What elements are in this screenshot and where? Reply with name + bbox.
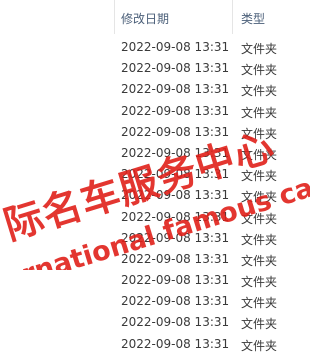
- modified-date-cell: 2022-09-08 13:31: [121, 103, 230, 118]
- list-item[interactable]: 2022-09-08 13:31 文件夹: [0, 122, 280, 143]
- list-item[interactable]: 2022-09-08 13:31 文件夹: [0, 270, 280, 291]
- list-item[interactable]: 2022-09-08 13:31 文件夹: [0, 164, 280, 185]
- type-cell: 文件夹: [241, 211, 278, 226]
- modified-date-cell: 2022-09-08 13:31: [121, 315, 230, 330]
- file-rows: 2022-09-08 13:31 文件夹 2022-09-08 13:31 文件夹 20…: [0, 37, 280, 355]
- type-cell: 文件夹: [241, 169, 278, 184]
- modified-date-cell: 2022-09-08 13:31: [121, 336, 230, 351]
- list-item[interactable]: 2022-09-08 13:31 文件夹: [0, 228, 280, 249]
- list-item[interactable]: 2022-09-08 13:31 文件夹: [0, 291, 280, 312]
- list-item[interactable]: 2022-09-08 13:31 文件夹: [0, 79, 280, 100]
- type-cell: 文件夹: [241, 42, 278, 56]
- modified-date-cell: 2022-09-08 13:31: [121, 167, 230, 182]
- type-cell: 文件夹: [241, 232, 278, 247]
- list-item[interactable]: 2022-09-08 13:31 文件夹: [0, 185, 280, 206]
- modified-date-cell: 2022-09-08 13:31: [121, 188, 230, 203]
- list-item[interactable]: 2022-09-08 13:31 文件夹: [0, 249, 280, 270]
- type-cell: 文件夹: [241, 190, 278, 205]
- list-item[interactable]: 2022-09-08 13:31 文件夹: [0, 312, 280, 333]
- column-divider[interactable]: [114, 0, 115, 34]
- modified-date-cell: 2022-09-08 13:31: [121, 145, 230, 160]
- list-item[interactable]: 2022-09-08 13:31 文件夹: [0, 58, 280, 79]
- list-item[interactable]: 2022-09-08 13:31 文件夹: [0, 143, 280, 164]
- modified-date-cell: 2022-09-08 13:31: [121, 273, 230, 288]
- type-cell: 文件夹: [241, 275, 278, 290]
- type-cell: 文件夹: [241, 338, 278, 353]
- modified-date-cell: 2022-09-08 13:31: [121, 251, 230, 266]
- type-cell: 文件夹: [241, 105, 278, 120]
- type-cell: 文件夹: [241, 84, 278, 99]
- type-cell: 文件夹: [241, 317, 278, 332]
- type-cell: 文件夹: [241, 63, 278, 78]
- type-cell: 文件夹: [241, 147, 278, 162]
- list-item[interactable]: 2022-09-08 13:31 文件夹: [0, 101, 280, 122]
- modified-date-cell: 2022-09-08 13:31: [121, 230, 230, 245]
- column-header-modified-date[interactable]: 修改日期: [121, 10, 169, 27]
- modified-date-cell: 2022-09-08 13:31: [121, 294, 230, 309]
- list-item[interactable]: 2022-09-08 13:31 文件夹: [0, 207, 280, 228]
- modified-date-cell: 2022-09-08 13:31: [121, 124, 230, 139]
- type-cell: 文件夹: [241, 126, 278, 141]
- file-list-view: 修改日期 类型 2022-09-08 13:31 文件夹 2022-09-08 13…: [0, 0, 310, 358]
- list-item[interactable]: 2022-09-08 13:31 文件夹: [0, 334, 280, 355]
- modified-date-cell: 2022-09-08 13:31: [121, 209, 230, 224]
- modified-date-cell: 2022-09-08 13:31: [121, 40, 230, 54]
- modified-date-cell: 2022-09-08 13:31: [121, 61, 230, 76]
- column-header-bar: 修改日期 类型: [0, 0, 280, 34]
- modified-date-cell: 2022-09-08 13:31: [121, 82, 230, 97]
- column-header-type[interactable]: 类型: [241, 10, 265, 27]
- list-item[interactable]: 2022-09-08 13:31 文件夹: [0, 37, 280, 58]
- type-cell: 文件夹: [241, 253, 278, 268]
- type-cell: 文件夹: [241, 296, 278, 311]
- column-divider[interactable]: [232, 0, 233, 34]
